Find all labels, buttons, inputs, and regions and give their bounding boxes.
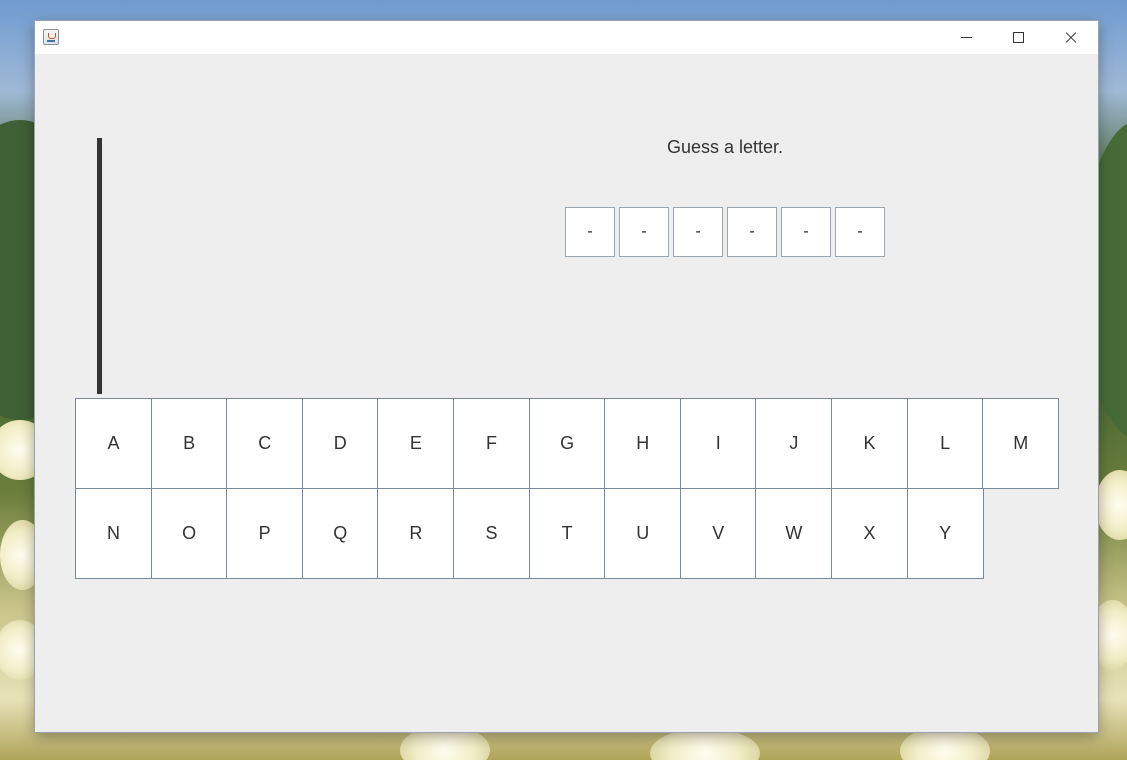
letter-button-v[interactable]: V — [679, 488, 757, 579]
word-slot: - — [565, 207, 615, 257]
letter-button-p[interactable]: P — [226, 488, 304, 579]
letter-button-r[interactable]: R — [377, 488, 455, 579]
word-slot: - — [619, 207, 669, 257]
letter-button-c[interactable]: C — [226, 398, 304, 489]
word-slot: - — [835, 207, 885, 257]
letter-button-g[interactable]: G — [528, 398, 606, 489]
word-slot: - — [673, 207, 723, 257]
letter-button-a[interactable]: A — [75, 398, 152, 489]
hangman-window: Guess a letter. - - - - - - A B C D E F … — [35, 21, 1098, 732]
letter-button-i[interactable]: I — [679, 398, 757, 489]
letter-button-k[interactable]: K — [831, 398, 908, 489]
title-bar[interactable] — [35, 21, 1098, 54]
letter-button-d[interactable]: D — [301, 398, 379, 489]
minimize-button[interactable] — [940, 21, 992, 54]
letter-button-s[interactable]: S — [453, 488, 530, 579]
letter-button-u[interactable]: U — [604, 488, 682, 579]
letter-button-j[interactable]: J — [755, 398, 833, 489]
gallows-pole — [97, 138, 102, 394]
letter-button-l[interactable]: L — [906, 398, 984, 489]
maximize-button[interactable] — [992, 21, 1044, 54]
word-slot: - — [727, 207, 777, 257]
letter-button-o[interactable]: O — [150, 488, 228, 579]
letter-button-e[interactable]: E — [377, 398, 455, 489]
letter-button-b[interactable]: B — [150, 398, 228, 489]
word-slot: - — [781, 207, 831, 257]
letter-button-h[interactable]: H — [604, 398, 682, 489]
guess-prompt: Guess a letter. — [666, 137, 784, 157]
letter-button-n[interactable]: N — [75, 488, 152, 579]
letter-button-q[interactable]: Q — [301, 488, 379, 579]
java-cup-icon[interactable] — [43, 29, 59, 45]
background-flower — [650, 728, 760, 760]
letter-button-f[interactable]: F — [453, 398, 530, 489]
letter-button-x[interactable]: X — [831, 488, 908, 579]
letter-button-t[interactable]: T — [528, 488, 606, 579]
background-flower — [1095, 470, 1127, 540]
game-panel: Guess a letter. - - - - - - A B C D E F … — [35, 54, 1098, 732]
letter-button-w[interactable]: W — [755, 488, 833, 579]
letter-button-m[interactable]: M — [982, 398, 1060, 489]
letter-button-y[interactable]: Y — [906, 488, 984, 579]
close-button[interactable] — [1044, 21, 1096, 54]
